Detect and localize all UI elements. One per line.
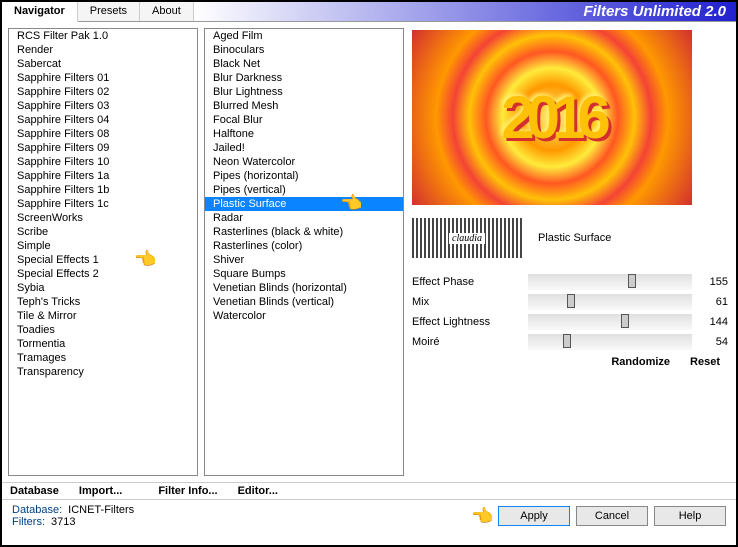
slider-track[interactable] <box>528 334 692 350</box>
filter-item[interactable]: Jailed! <box>205 141 403 155</box>
category-item[interactable]: Scribe <box>9 225 197 239</box>
preview-text: 2016 <box>501 83 602 152</box>
category-item[interactable]: Sapphire Filters 10 <box>9 155 197 169</box>
preview-image: 2016 <box>412 30 692 205</box>
category-item[interactable]: Sapphire Filters 08 <box>9 127 197 141</box>
database-button[interactable]: Database <box>10 485 59 497</box>
filter-item[interactable]: Radar <box>205 211 403 225</box>
category-item[interactable]: RCS Filter Pak 1.0 <box>9 29 197 43</box>
category-item[interactable]: Sapphire Filters 04 <box>9 113 197 127</box>
randomize-button[interactable]: Randomize <box>611 356 670 368</box>
slider-track[interactable] <box>528 274 692 290</box>
reset-button[interactable]: Reset <box>690 356 720 368</box>
category-item[interactable]: Special Effects 1👉 <box>9 253 197 267</box>
filter-item[interactable]: Venetian Blinds (vertical) <box>205 295 403 309</box>
filter-item[interactable]: Black Net <box>205 57 403 71</box>
slider-track[interactable] <box>528 314 692 330</box>
slider-label: Mix <box>412 296 522 308</box>
footer-db-val: ICNET-Filters <box>68 504 134 516</box>
slider-track[interactable] <box>528 294 692 310</box>
category-item[interactable]: Render <box>9 43 197 57</box>
slider-value: 61 <box>698 296 728 308</box>
slider-value: 54 <box>698 336 728 348</box>
footer-db-key: Database: <box>12 504 62 516</box>
category-item[interactable]: ScreenWorks <box>9 211 197 225</box>
filter-item[interactable]: Blur Lightness <box>205 85 403 99</box>
filter-item[interactable]: Focal Blur <box>205 113 403 127</box>
slider-value: 155 <box>698 276 728 288</box>
category-item[interactable]: Simple <box>9 239 197 253</box>
category-item[interactable]: Tramages <box>9 351 197 365</box>
filter-list[interactable]: Aged FilmBinocularsBlack NetBlur Darknes… <box>204 28 404 476</box>
tab-presets[interactable]: Presets <box>78 2 140 21</box>
tab-about[interactable]: About <box>140 2 194 21</box>
help-button[interactable]: Help <box>654 506 726 526</box>
filter-item[interactable]: Square Bumps <box>205 267 403 281</box>
filter-item[interactable]: Rasterlines (black & white) <box>205 225 403 239</box>
category-item[interactable]: Tormentia <box>9 337 197 351</box>
cancel-button[interactable]: Cancel <box>576 506 648 526</box>
category-item[interactable]: Teph's Tricks <box>9 295 197 309</box>
slider-label: Effect Phase <box>412 276 522 288</box>
category-item[interactable]: Sapphire Filters 09 <box>9 141 197 155</box>
filter-item[interactable]: Halftone <box>205 127 403 141</box>
category-item[interactable]: Sapphire Filters 1a <box>9 169 197 183</box>
author-logo <box>412 218 522 258</box>
category-item[interactable]: Sapphire Filters 02 <box>9 85 197 99</box>
app-title: Filters Unlimited 2.0 <box>194 2 736 21</box>
tab-navigator[interactable]: Navigator <box>2 2 78 22</box>
slider-label: Effect Lightness <box>412 316 522 328</box>
category-item[interactable]: Transparency <box>9 365 197 379</box>
filter-item[interactable]: Aged Film <box>205 29 403 43</box>
slider-panel: Effect Phase 155 Mix 61 Effect Lightness 144 M… <box>412 272 728 352</box>
slider-value: 144 <box>698 316 728 328</box>
filter-item[interactable]: Blurred Mesh <box>205 99 403 113</box>
category-item[interactable]: Sapphire Filters 1b <box>9 183 197 197</box>
filter-item[interactable]: Shiver <box>205 253 403 267</box>
footer-filters-key: Filters: <box>12 516 45 528</box>
filter-item[interactable]: Venetian Blinds (horizontal) <box>205 281 403 295</box>
apply-button[interactable]: Apply <box>498 506 570 526</box>
current-filter-name: Plastic Surface <box>532 232 728 244</box>
category-item[interactable]: Sabercat <box>9 57 197 71</box>
category-item[interactable]: Sapphire Filters 1c <box>9 197 197 211</box>
filter-item[interactable]: Watercolor <box>205 309 403 323</box>
category-item[interactable]: Sybia <box>9 281 197 295</box>
filter-info-button[interactable]: Filter Info... <box>158 485 217 497</box>
filter-item[interactable]: Pipes (horizontal) <box>205 169 403 183</box>
filter-item[interactable]: Blur Darkness <box>205 71 403 85</box>
filter-item[interactable]: Binoculars <box>205 43 403 57</box>
category-item[interactable]: Sapphire Filters 01 <box>9 71 197 85</box>
category-item[interactable]: Toadies <box>9 323 197 337</box>
filter-item[interactable]: Pipes (vertical) <box>205 183 403 197</box>
filter-item[interactable]: Rasterlines (color) <box>205 239 403 253</box>
footer-filters-val: 3713 <box>51 516 75 528</box>
editor-button[interactable]: Editor... <box>238 485 278 497</box>
pointer-icon: 👉 <box>472 506 494 527</box>
category-list[interactable]: RCS Filter Pak 1.0RenderSabercatSapphire… <box>8 28 198 476</box>
category-item[interactable]: Sapphire Filters 03 <box>9 99 197 113</box>
category-item[interactable]: Tile & Mirror <box>9 309 197 323</box>
slider-label: Moiré <box>412 336 522 348</box>
category-item[interactable]: Special Effects 2 <box>9 267 197 281</box>
filter-item[interactable]: Neon Watercolor <box>205 155 403 169</box>
import-button[interactable]: Import... <box>79 485 122 497</box>
filter-item[interactable]: Plastic Surface👉 <box>205 197 403 211</box>
